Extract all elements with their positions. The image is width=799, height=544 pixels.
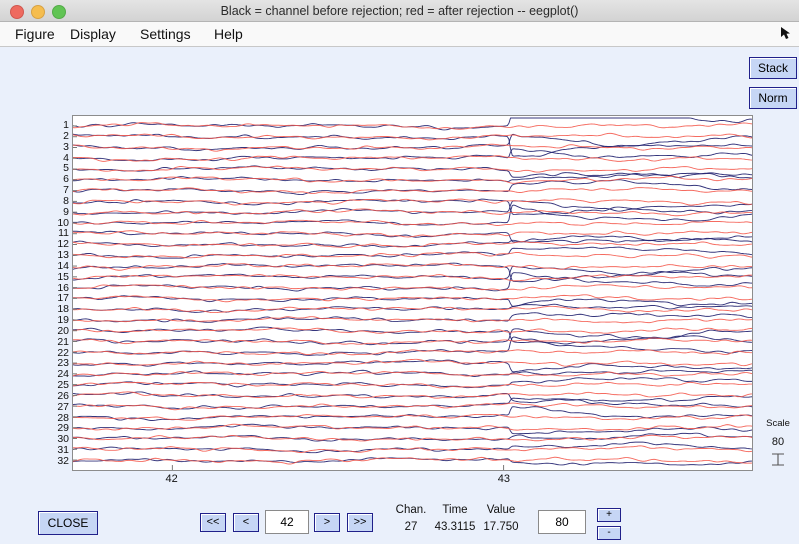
norm-button[interactable]: Norm bbox=[749, 87, 797, 109]
eeg-trace bbox=[73, 123, 752, 130]
channel-label-axis: 1234567891011121314151617181920212223242… bbox=[50, 115, 72, 471]
channel-label: 15 bbox=[57, 272, 69, 282]
eeg-trace bbox=[73, 424, 752, 433]
channel-label: 23 bbox=[57, 358, 69, 368]
close-button[interactable]: CLOSE bbox=[38, 511, 98, 535]
channel-label: 20 bbox=[57, 326, 69, 336]
eegplot-window: Black = channel before rejection; red = … bbox=[0, 0, 799, 544]
eeg-plot-area[interactable] bbox=[72, 115, 753, 471]
channel-label: 14 bbox=[57, 261, 69, 271]
scale-label: Scale bbox=[757, 418, 799, 429]
page-number-input[interactable] bbox=[265, 510, 309, 534]
eeg-trace bbox=[73, 285, 752, 290]
channel-label: 4 bbox=[63, 153, 69, 163]
time-tick-label: 43 bbox=[498, 473, 510, 485]
time-tick-label: 42 bbox=[166, 473, 178, 485]
cursor-readout: Chan. 27 Time 43.3115 Value 17.750 bbox=[386, 502, 526, 538]
channel-label: 24 bbox=[57, 369, 69, 379]
menu-bar: Figure Display Settings Help bbox=[0, 22, 799, 47]
channel-label: 27 bbox=[57, 402, 69, 412]
channel-label: 13 bbox=[57, 250, 69, 260]
channel-label: 32 bbox=[57, 456, 69, 466]
channel-label: 6 bbox=[63, 174, 69, 184]
channel-label: 7 bbox=[63, 185, 69, 195]
readout-value-value: 17.750 bbox=[476, 518, 526, 536]
eeg-trace bbox=[73, 252, 752, 258]
channel-label: 28 bbox=[57, 413, 69, 423]
time-axis: 42 43 bbox=[0, 473, 799, 489]
channel-label: 11 bbox=[58, 228, 69, 238]
eeg-traces-svg bbox=[73, 116, 752, 470]
channel-label: 17 bbox=[57, 293, 69, 303]
eeg-trace bbox=[73, 118, 752, 130]
eeg-trace bbox=[73, 350, 752, 355]
channel-label: 10 bbox=[57, 218, 69, 228]
window-title: Black = channel before rejection; red = … bbox=[0, 0, 799, 22]
channel-label: 8 bbox=[63, 196, 69, 206]
eeg-trace bbox=[73, 266, 752, 280]
channel-label: 26 bbox=[57, 391, 69, 401]
eeg-trace bbox=[73, 317, 752, 323]
eeg-trace bbox=[73, 242, 752, 248]
channel-label: 2 bbox=[63, 131, 69, 141]
eeg-trace bbox=[73, 205, 752, 225]
menu-item-help[interactable]: Help bbox=[207, 22, 250, 47]
readout-channel: Chan. 27 bbox=[386, 502, 436, 536]
readout-channel-value: 27 bbox=[386, 518, 436, 536]
eeg-trace bbox=[73, 392, 752, 398]
channel-tick-marks bbox=[73, 126, 77, 460]
readout-time-value: 43.3115 bbox=[430, 518, 480, 536]
time-tick-marks bbox=[172, 465, 503, 470]
increase-scale-button[interactable]: + bbox=[597, 508, 621, 522]
first-page-button[interactable]: << bbox=[200, 513, 226, 532]
menu-item-display[interactable]: Display bbox=[63, 22, 123, 47]
arrow-cursor-icon bbox=[779, 26, 793, 42]
channel-label: 3 bbox=[63, 142, 69, 152]
channel-label: 9 bbox=[63, 207, 69, 217]
channel-label: 19 bbox=[57, 315, 69, 325]
readout-time-header: Time bbox=[430, 502, 480, 518]
eeg-trace bbox=[73, 378, 752, 388]
title-bar: Black = channel before rejection; red = … bbox=[0, 0, 799, 22]
eeg-trace bbox=[73, 458, 752, 465]
eeg-trace bbox=[73, 199, 752, 205]
channel-label: 22 bbox=[57, 348, 69, 358]
channel-label: 18 bbox=[57, 304, 69, 314]
readout-channel-header: Chan. bbox=[386, 502, 436, 518]
channel-label: 25 bbox=[57, 380, 69, 390]
eeg-trace bbox=[73, 180, 752, 195]
eeg-trace bbox=[73, 295, 752, 302]
stack-button[interactable]: Stack bbox=[749, 57, 797, 79]
channel-label: 21 bbox=[57, 337, 69, 347]
menu-item-figure[interactable]: Figure bbox=[8, 22, 62, 47]
channel-label: 29 bbox=[57, 423, 69, 433]
readout-value: Value 17.750 bbox=[476, 502, 526, 536]
next-page-button[interactable]: > bbox=[314, 513, 340, 532]
channel-label: 31 bbox=[57, 445, 69, 455]
channel-label: 16 bbox=[57, 283, 69, 293]
readout-value-header: Value bbox=[476, 502, 526, 518]
previous-page-button[interactable]: < bbox=[233, 513, 259, 532]
menu-item-settings[interactable]: Settings bbox=[133, 22, 198, 47]
channel-label: 1 bbox=[63, 120, 69, 130]
decrease-scale-button[interactable]: - bbox=[597, 526, 621, 540]
channel-label: 30 bbox=[57, 434, 69, 444]
channel-label: 12 bbox=[57, 239, 69, 249]
channel-label: 5 bbox=[63, 163, 69, 173]
readout-time: Time 43.3115 bbox=[430, 502, 480, 536]
eeg-trace bbox=[73, 231, 752, 237]
last-page-button[interactable]: >> bbox=[347, 513, 373, 532]
scale-indicator: Scale 80 bbox=[757, 418, 799, 471]
scale-value: 80 bbox=[757, 436, 799, 448]
scale-input[interactable] bbox=[538, 510, 586, 534]
ruler-ibeam-icon bbox=[770, 453, 786, 466]
